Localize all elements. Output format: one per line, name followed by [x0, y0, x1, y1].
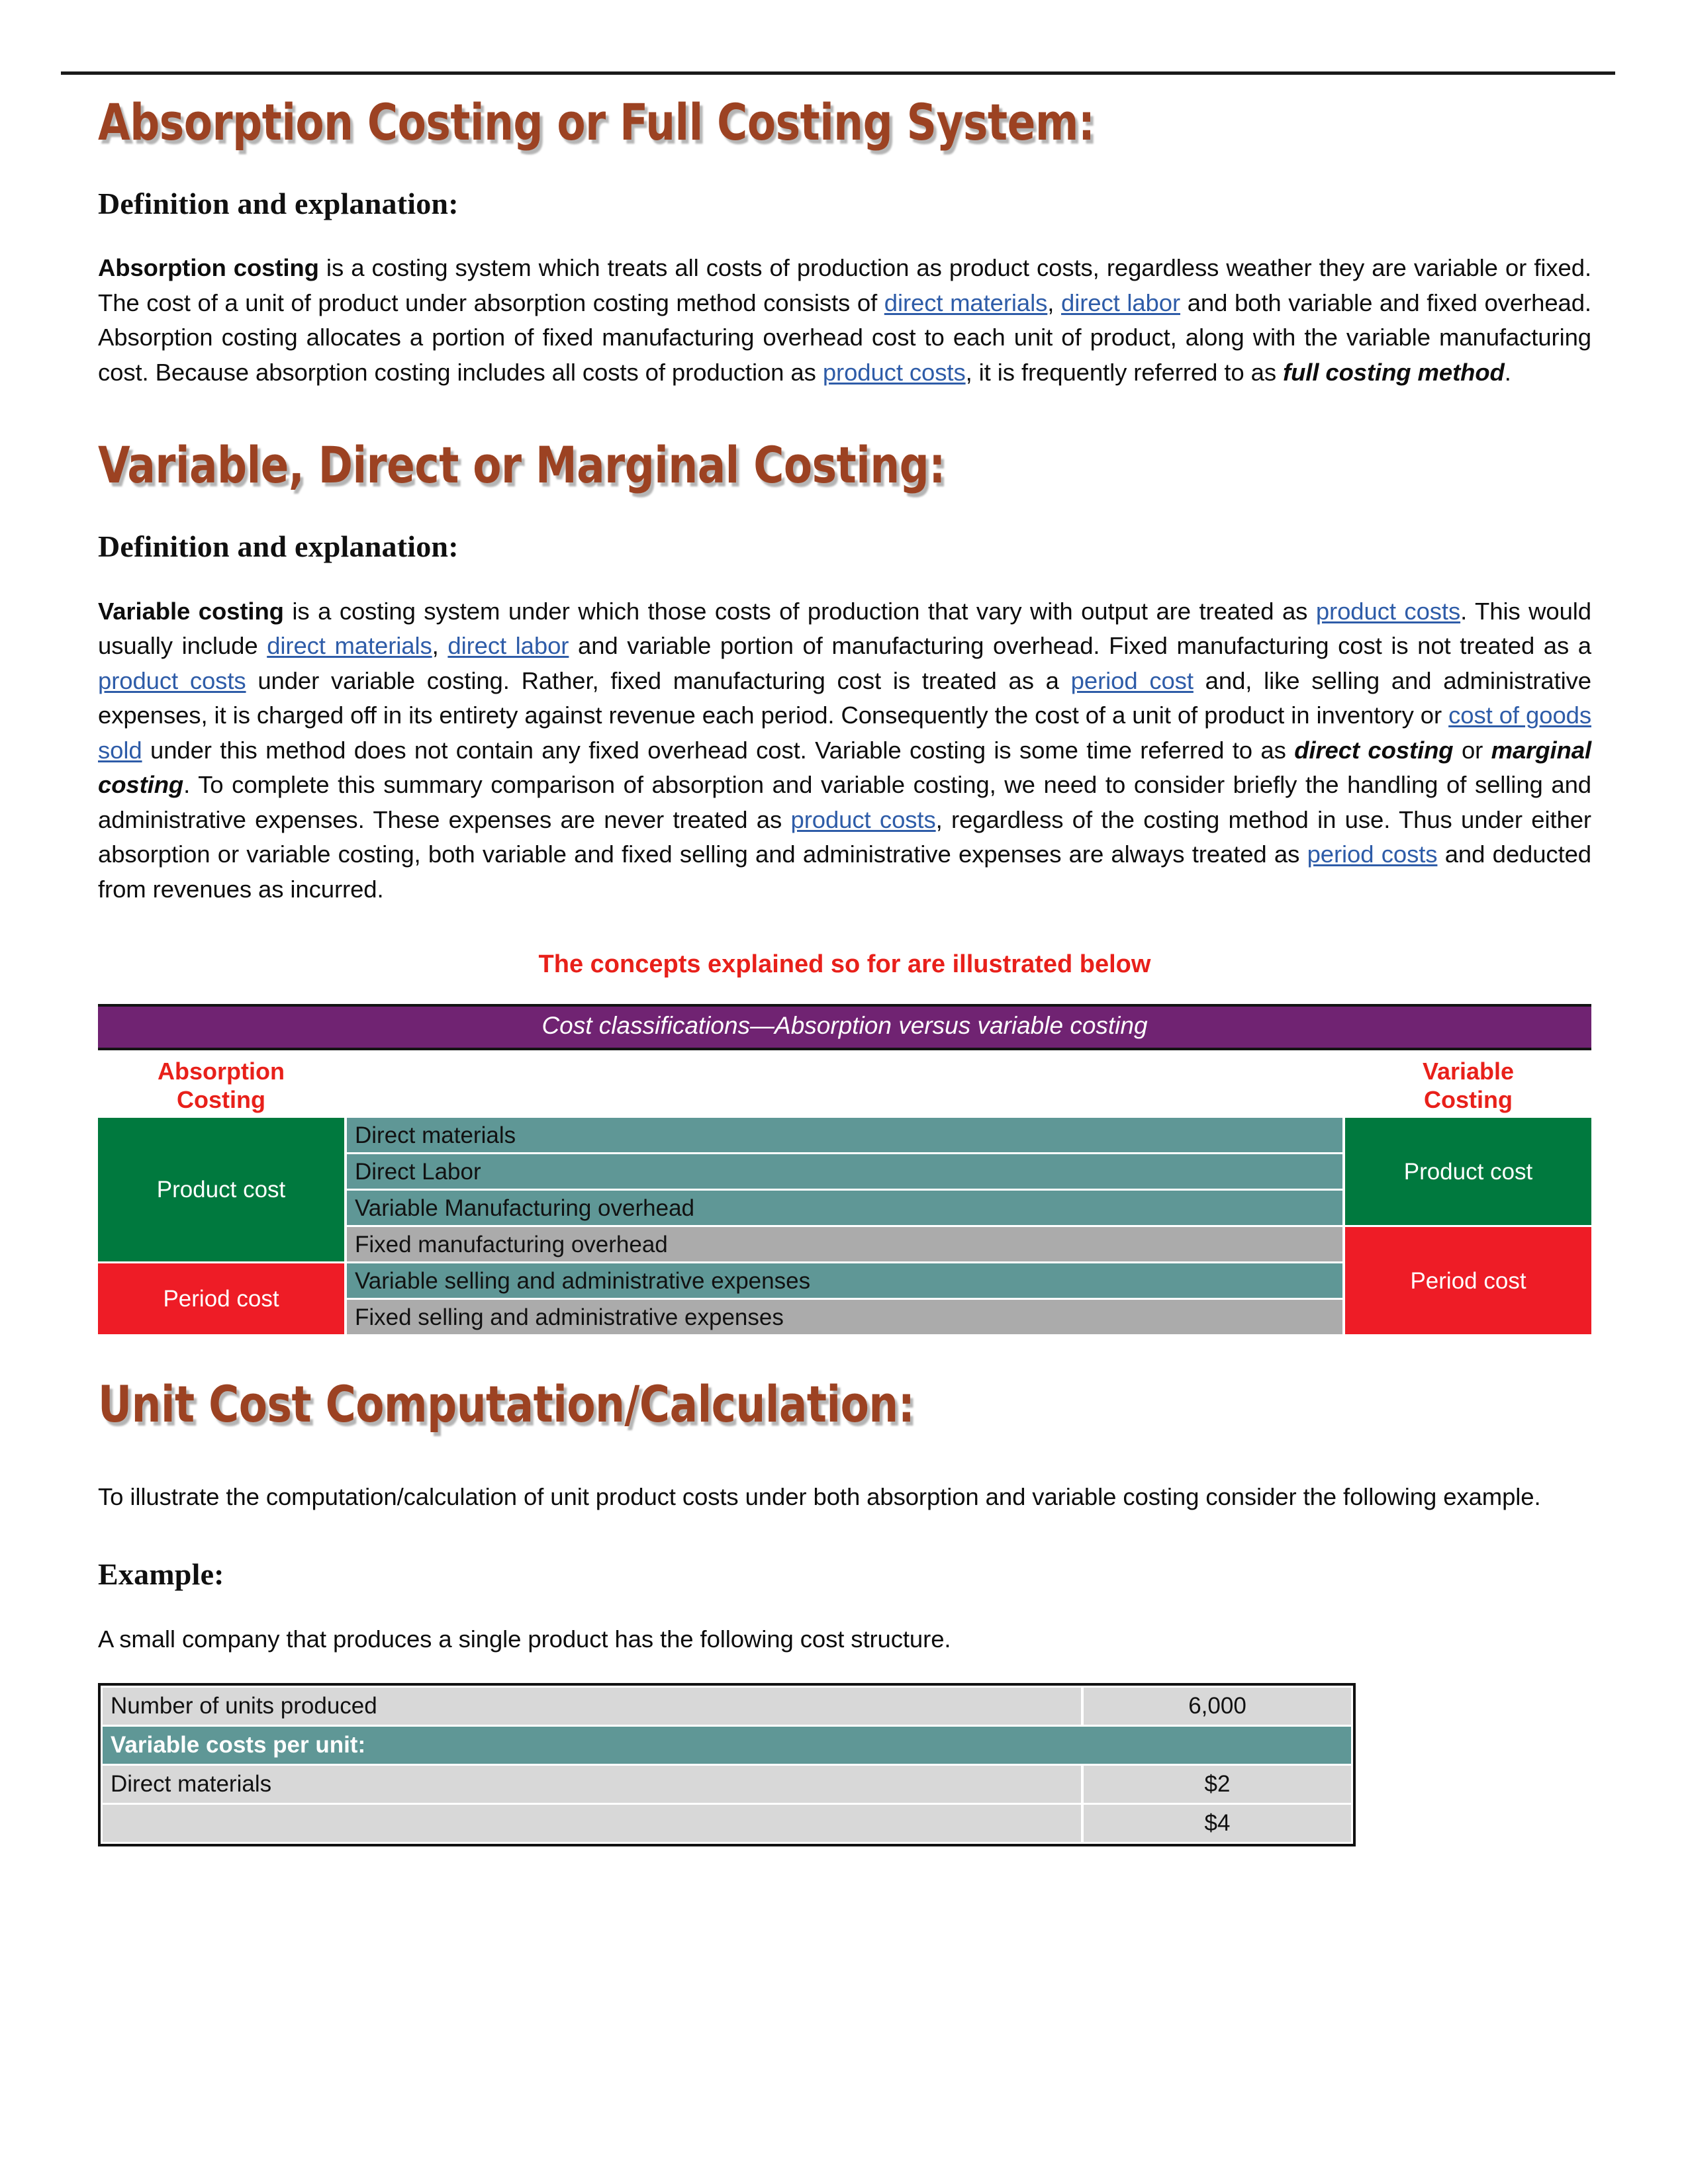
variable-group-period-cost: Period cost	[1345, 1227, 1591, 1335]
text-fragment: , it is frequently referred to as	[965, 358, 1284, 386]
link-product-costs[interactable]: product costs	[1316, 598, 1460, 625]
group-label: Period cost	[163, 1286, 279, 1312]
comparison-table-title: Cost classifications—Absorption versus v…	[98, 1004, 1591, 1050]
comparison-table-body: Product cost Period cost Direct material…	[98, 1118, 1591, 1335]
cost-item-row: Direct Labor	[347, 1154, 1342, 1189]
row-label: Direct materials	[103, 1766, 1081, 1803]
text-fragment: and variable portion of manufacturing ov…	[569, 632, 1592, 660]
link-direct-materials[interactable]: direct materials	[884, 289, 1048, 316]
document-page: Absorption Costing or Full Costing Syste…	[0, 0, 1688, 2184]
text-fragment: under this method does not contain any f…	[142, 736, 1295, 764]
cost-item-label: Variable Manufacturing overhead	[355, 1195, 695, 1221]
variable-group-product-cost: Product cost	[1345, 1118, 1591, 1226]
link-direct-materials[interactable]: direct materials	[267, 632, 432, 659]
table-row: Number of units produced 6,000	[103, 1688, 1351, 1725]
paragraph-unit-cost-intro: To illustrate the computation/calculatio…	[98, 1482, 1541, 1510]
cost-item-row: Variable Manufacturing overhead	[347, 1191, 1342, 1226]
subheading-example: Example:	[98, 1557, 224, 1592]
column-header-line-1: Absorption	[158, 1057, 285, 1085]
cost-item-row: Fixed manufacturing overhead	[347, 1227, 1342, 1262]
row-value: 6,000	[1084, 1688, 1351, 1725]
table-section-row: Variable costs per unit:	[103, 1727, 1351, 1764]
cost-structure-table: Number of units produced 6,000 Variable …	[98, 1683, 1356, 1847]
paragraph-absorption-costing: Absorption costing is a costing system w…	[98, 251, 1591, 390]
text-fragment: is a costing system under which those co…	[283, 597, 1316, 625]
absorption-group-product-cost: Product cost	[98, 1118, 344, 1262]
row-value: $2	[1084, 1766, 1351, 1803]
heading-variable-costing: Variable, Direct or Marginal Costing:	[98, 435, 945, 495]
comparison-table: Cost classifications—Absorption versus v…	[98, 1004, 1591, 1335]
link-period-cost[interactable]: period cost	[1071, 667, 1194, 694]
text-fragment: .	[1504, 358, 1511, 386]
column-header-absorption-costing: Absorption Costing	[98, 1057, 344, 1114]
row-label: Number of units produced	[103, 1688, 1081, 1725]
paragraph-example-intro: A small company that produces a single p…	[98, 1625, 951, 1653]
table-row: Direct materials $2	[103, 1766, 1351, 1803]
paragraph-variable-costing: Variable costing is a costing system und…	[98, 594, 1591, 907]
term-absorption-costing: Absorption costing	[98, 254, 319, 282]
link-direct-labor[interactable]: direct labor	[447, 632, 569, 659]
section-label: Variable costs per unit:	[103, 1727, 1351, 1764]
column-header-spacer	[344, 1057, 1345, 1114]
group-label: Period cost	[1410, 1267, 1526, 1294]
link-product-costs[interactable]: product costs	[823, 359, 966, 386]
top-horizontal-rule	[61, 71, 1615, 75]
cost-item-label: Fixed manufacturing overhead	[355, 1231, 668, 1257]
cost-item-row: Variable selling and administrative expe…	[347, 1263, 1342, 1298]
column-header-variable-costing: Variable Costing	[1345, 1057, 1591, 1114]
group-label: Product cost	[156, 1177, 286, 1203]
column-header-line-2: Costing	[1424, 1085, 1513, 1113]
link-product-costs[interactable]: product costs	[98, 667, 246, 694]
absorption-group-period-cost: Period cost	[98, 1263, 344, 1335]
callout-illustrated-below: The concepts explained so for are illust…	[538, 950, 1151, 979]
heading-absorption-costing: Absorption Costing or Full Costing Syste…	[98, 93, 1095, 152]
column-header-line-2: Costing	[177, 1085, 265, 1113]
heading-unit-cost-computation: Unit Cost Computation/Calculation:	[98, 1375, 915, 1434]
cost-item-row: Direct materials	[347, 1118, 1342, 1153]
group-label: Product cost	[1403, 1158, 1533, 1185]
text-fragment: or	[1453, 736, 1491, 764]
cost-item-label: Direct materials	[355, 1122, 516, 1148]
cost-item-row: Fixed selling and administrative expense…	[347, 1300, 1342, 1335]
comparison-table-column-headers: Absorption Costing Variable Costing	[98, 1050, 1591, 1118]
subheading-variable-definition: Definition and explanation:	[98, 529, 459, 564]
row-label	[103, 1805, 1081, 1843]
text-fragment: ,	[432, 632, 448, 660]
row-value: $4	[1084, 1805, 1351, 1843]
emphasis-full-costing-method: full costing method	[1283, 358, 1505, 386]
document-content: Absorption Costing or Full Costing Syste…	[98, 93, 1591, 1847]
cost-item-label: Fixed selling and administrative expense…	[355, 1304, 784, 1330]
link-direct-labor[interactable]: direct labor	[1061, 289, 1180, 316]
link-period-costs[interactable]: period costs	[1307, 841, 1438, 868]
text-fragment: ,	[1047, 289, 1062, 316]
text-fragment: under variable costing. Rather, fixed ma…	[246, 666, 1071, 694]
term-variable-costing: Variable costing	[98, 597, 284, 625]
cost-item-label: Variable selling and administrative expe…	[355, 1267, 811, 1294]
column-header-line-1: Variable	[1422, 1057, 1515, 1085]
link-product-costs[interactable]: product costs	[791, 806, 936, 833]
subheading-absorption-definition: Definition and explanation:	[98, 186, 459, 220]
emphasis-direct-costing: direct costing	[1294, 736, 1454, 764]
cost-item-label: Direct Labor	[355, 1158, 481, 1185]
table-row: $4	[103, 1805, 1351, 1843]
